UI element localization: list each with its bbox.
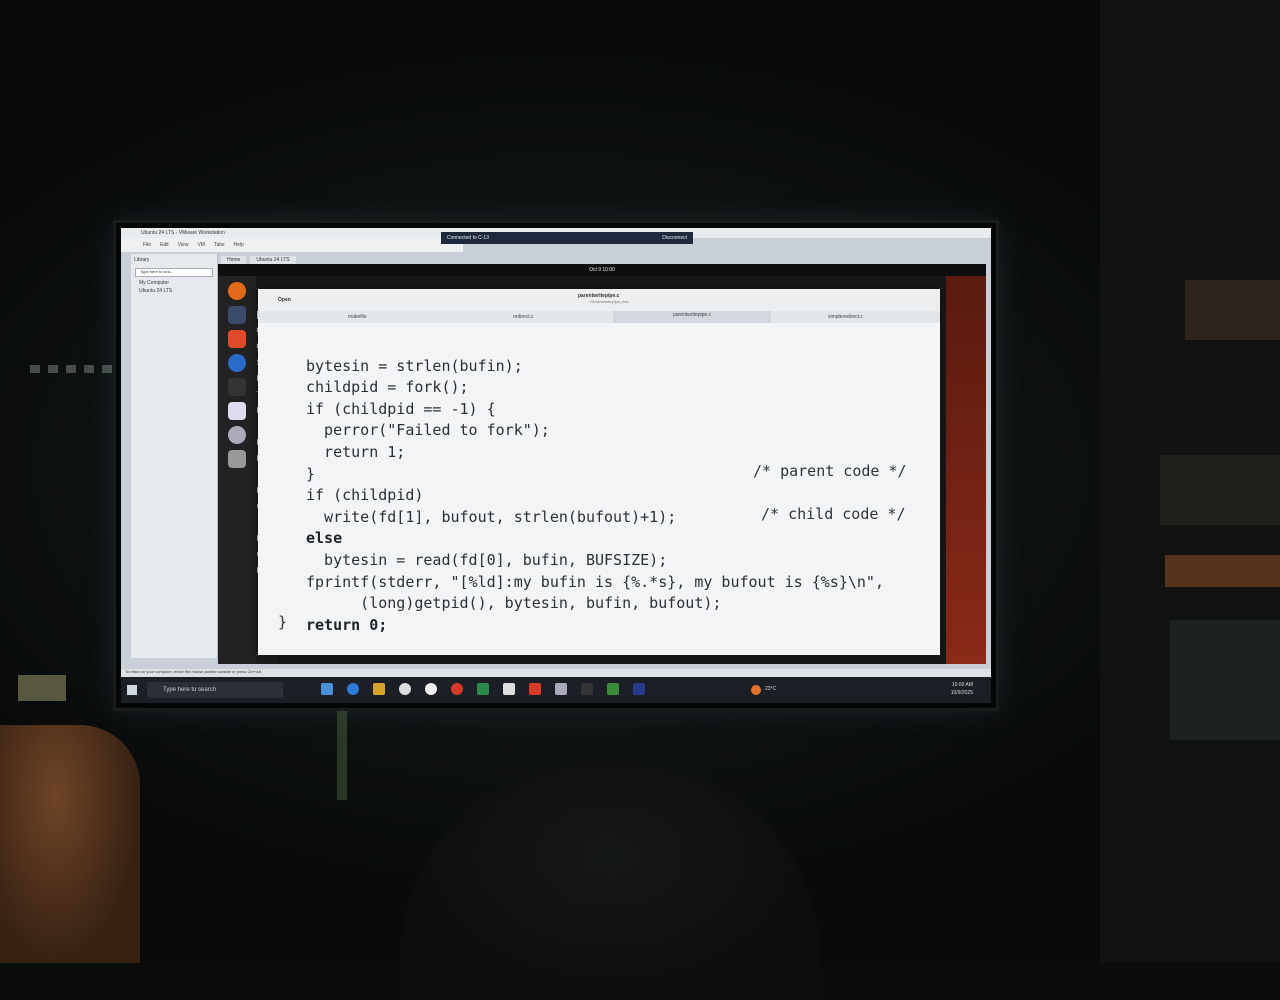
library-item-my-computer[interactable]: My Computer [131, 279, 217, 287]
vmware-status-hint: To return to your computer, move the mou… [121, 669, 991, 677]
code-line: fprintf(stderr, "[%ld]:my bufin is {%.*s… [306, 572, 884, 591]
vmware-icon[interactable] [555, 683, 567, 695]
hanging-cable [337, 705, 347, 800]
code-line: else [306, 529, 343, 548]
menu-file[interactable]: File [143, 242, 151, 248]
weather-temp: 23°C [765, 686, 777, 692]
library-search-input[interactable]: Type here to sea... [135, 268, 213, 277]
help-icon[interactable] [228, 354, 246, 372]
shelf-item [1185, 280, 1280, 340]
ubuntu-topbar: Oct 9 10:00 [218, 264, 986, 276]
ubuntu-clock[interactable]: Oct 9 10:00 [589, 267, 615, 273]
editor-headerbar: Open parentwritepipe.c ~/Downloads/pipe_… [258, 289, 940, 311]
vmware-menubar: File Edit View VM Tabs Help [121, 238, 463, 252]
terminal-icon[interactable] [228, 378, 246, 396]
right-shelf [1100, 0, 1280, 963]
taskbar-date: 10/9/2025 [950, 690, 973, 696]
windows-taskbar: Type here to search 23°C 10:00 AM 10/9/2… [121, 677, 991, 703]
tab-home[interactable]: Home [221, 256, 247, 264]
shelf-item [1170, 620, 1280, 740]
tab-parentwritepipe[interactable]: parentwritepipe.c [613, 311, 772, 323]
chrome-icon[interactable] [399, 683, 411, 695]
code-line: bytesin = read(fd[0], bufin, BUFSIZE); [306, 550, 668, 569]
library-item-ubuntu[interactable]: Ubuntu 24 LTS [131, 287, 217, 295]
terminal-icon[interactable] [503, 683, 515, 695]
code-line: if (childpid == -1) { [306, 399, 496, 418]
rdp-connected-label: Connected to C-13 [447, 235, 489, 241]
app-icon[interactable] [321, 683, 333, 695]
app-icon[interactable] [451, 683, 463, 695]
menu-edit[interactable]: Edit [160, 242, 169, 248]
tab-makefile[interactable]: makefile [348, 314, 367, 320]
monitor: Ubuntu 24 LTS - VMware Workstation File … [113, 220, 999, 711]
foreground-object [0, 725, 140, 963]
code-line: return 1; [306, 442, 406, 461]
comment-child: /* child code */ [761, 505, 906, 523]
file-explorer-icon[interactable] [373, 683, 385, 695]
closing-brace: } [278, 613, 288, 631]
window-title: Ubuntu 24 LTS - VMware Workstation [141, 230, 225, 236]
taskbar-search-input[interactable]: Type here to search [147, 682, 283, 698]
text-editor-window: Open parentwritepipe.c ~/Downloads/pipe_… [258, 289, 940, 655]
tab-redirect[interactable]: redirect.c [513, 314, 534, 320]
thunderbird-icon[interactable] [228, 306, 246, 324]
tab-simpleredirect[interactable]: simpleredirect.c [828, 314, 863, 320]
ubuntu-guest-screen: Oct 9 10:00 polgnogdmsp2nadtnad 11nadnad… [218, 264, 986, 664]
taskbar-apps [321, 683, 645, 695]
menu-tabs[interactable]: Tabs [214, 242, 225, 248]
start-icon[interactable] [127, 685, 137, 695]
screen: Ubuntu 24 LTS - VMware Workstation File … [121, 228, 991, 703]
menu-view[interactable]: View [178, 242, 189, 248]
library-label: Library [134, 257, 150, 263]
taskbar-time: 10:00 AM [951, 682, 973, 688]
desktop-wallpaper [946, 276, 986, 664]
code-line: perror("Failed to fork"); [306, 421, 550, 440]
acrobat-icon[interactable] [529, 683, 541, 695]
shelf-item [1160, 455, 1280, 525]
wall-light [18, 675, 66, 701]
text-editor-icon[interactable] [228, 402, 246, 420]
menu-vm[interactable]: VM [197, 242, 205, 248]
open-button[interactable]: Open [278, 297, 291, 303]
editor-tabs: makefile redirect.c parentwritepipe.c si… [258, 311, 940, 323]
menu-help[interactable]: Help [234, 242, 244, 248]
code-line: if (childpid) [306, 486, 424, 505]
trash-icon[interactable] [228, 450, 246, 468]
firefox-icon[interactable] [228, 282, 246, 300]
weather-icon[interactable] [751, 685, 761, 695]
edge-icon[interactable] [347, 683, 359, 695]
google-icon[interactable] [425, 683, 437, 695]
code-line: (long)getpid(), bytesin, bufin, bufout); [306, 594, 722, 613]
vmware-library: Library Type here to sea... My Computer … [131, 254, 218, 658]
excel-icon[interactable] [477, 683, 489, 695]
taskbar-clock[interactable]: 10:00 AM 10/9/2025 [951, 681, 973, 697]
app-icon[interactable] [607, 683, 619, 695]
app-icon[interactable] [581, 683, 593, 695]
code-line: bytesin = strlen(bufin); [306, 356, 523, 375]
wall-strip [30, 365, 120, 373]
editor-filepath: ~/Downloads/pipe_test [588, 299, 629, 304]
vmware-tabs: Home Ubuntu 24 LTS [221, 254, 461, 264]
ubuntu-dock [218, 276, 256, 664]
code-area[interactable]: bytesin = strlen(bufin); childpid = fork(… [306, 334, 930, 655]
shelf-item [1165, 555, 1280, 587]
code-line: childpid = fork(); [306, 378, 469, 397]
disc-icon[interactable] [228, 426, 246, 444]
rdp-disconnect-button[interactable]: Disconnect [662, 235, 687, 241]
rdp-connection-bar: Connected to C-13 Disconnect [441, 232, 693, 244]
comment-parent: /* parent code */ [753, 462, 907, 480]
app-center-icon[interactable] [228, 330, 246, 348]
rdp-icon[interactable] [633, 683, 645, 695]
code-line: return 0; [306, 615, 388, 634]
tab-ubuntu[interactable]: Ubuntu 24 LTS [250, 256, 296, 264]
